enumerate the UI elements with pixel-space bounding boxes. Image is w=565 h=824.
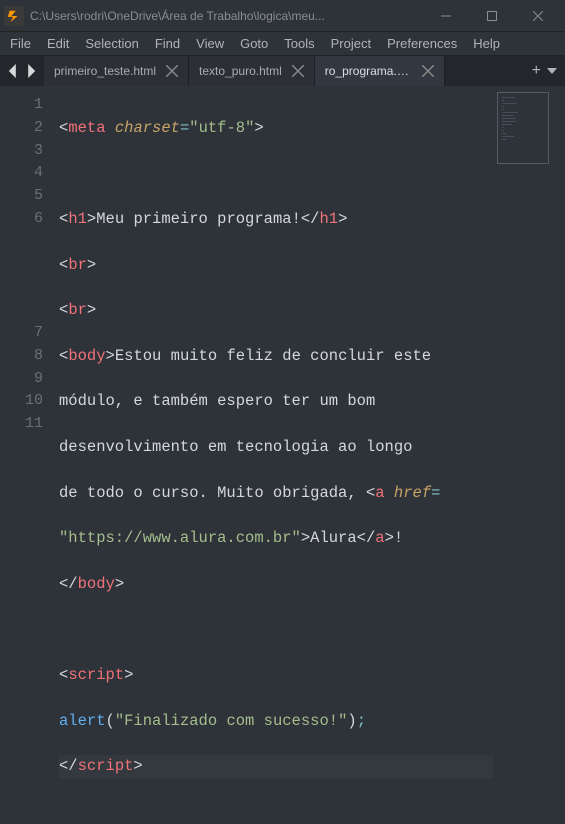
tab-label: primeiro_teste.html bbox=[54, 64, 156, 78]
window-title: C:\Users\rodri\OneDrive\Área de Trabalho… bbox=[30, 9, 423, 23]
line-number: 6 bbox=[0, 208, 43, 231]
code-line bbox=[59, 162, 493, 185]
code-line: de todo o curso. Muito obrigada, <a href… bbox=[59, 482, 493, 505]
tab-primeiro-teste[interactable]: primeiro_teste.html bbox=[44, 56, 189, 86]
tabstrip: primeiro_teste.html texto_puro.html ro_p… bbox=[0, 56, 565, 86]
tab-nav-arrows bbox=[0, 56, 44, 86]
gutter: 1 2 3 4 5 6 7 8 9 10 11 bbox=[0, 86, 55, 568]
close-button[interactable] bbox=[515, 0, 561, 32]
tab-texto-puro[interactable]: texto_puro.html bbox=[189, 56, 315, 86]
code-line: <body>Estou muito feliz de concluir este bbox=[59, 345, 493, 368]
line-number: 8 bbox=[0, 345, 43, 368]
code-line: módulo, e também espero ter um bom bbox=[59, 390, 493, 413]
code-line: </body> bbox=[59, 573, 493, 596]
line-number: 9 bbox=[0, 368, 43, 391]
line-number: 4 bbox=[0, 162, 43, 185]
close-icon[interactable] bbox=[422, 65, 434, 77]
tab-label: ro_programa.html bbox=[325, 64, 412, 78]
menu-project[interactable]: Project bbox=[323, 34, 379, 53]
menu-help[interactable]: Help bbox=[465, 34, 508, 53]
code-line: desenvolvimento em tecnologia ao longo bbox=[59, 436, 493, 459]
menu-tools[interactable]: Tools bbox=[276, 34, 322, 53]
menu-file[interactable]: File bbox=[2, 34, 39, 53]
menu-preferences[interactable]: Preferences bbox=[379, 34, 465, 53]
line-number: 1 bbox=[0, 94, 43, 117]
menu-find[interactable]: Find bbox=[147, 34, 188, 53]
maximize-button[interactable] bbox=[469, 0, 515, 32]
tab-nav-back-icon[interactable] bbox=[6, 64, 20, 78]
menu-view[interactable]: View bbox=[188, 34, 232, 53]
editor: 1 2 3 4 5 6 7 8 9 10 11 <meta charset="u… bbox=[0, 86, 565, 568]
menubar: File Edit Selection Find View Goto Tools… bbox=[0, 32, 565, 56]
menu-goto[interactable]: Goto bbox=[232, 34, 276, 53]
tab-label: texto_puro.html bbox=[199, 64, 282, 78]
tab-spacer bbox=[445, 56, 524, 86]
tab-ro-programa[interactable]: ro_programa.html bbox=[315, 56, 445, 86]
close-icon[interactable] bbox=[292, 65, 304, 77]
minimap-viewport: ▬ ▬▬ ▬▬▬▬▬▬ ▬▬▬▬▬▬▬▬▬▬▬▬▬▬▬▬▬▬▬▬▬▬▬▬▬▬▬▬… bbox=[497, 92, 549, 164]
app-icon bbox=[4, 6, 24, 26]
code-line: "https://www.alura.com.br">Alura</a>! bbox=[59, 527, 493, 550]
minimize-button[interactable] bbox=[423, 0, 469, 32]
code-line: alert("Finalizado com sucesso!"); bbox=[59, 710, 493, 733]
menu-edit[interactable]: Edit bbox=[39, 34, 77, 53]
menu-selection[interactable]: Selection bbox=[77, 34, 146, 53]
new-tab-button[interactable]: + bbox=[532, 63, 541, 79]
close-icon[interactable] bbox=[166, 65, 178, 77]
line-number: 2 bbox=[0, 117, 43, 140]
tab-menu-icon[interactable] bbox=[547, 64, 557, 79]
vertical-scrollbar[interactable] bbox=[553, 86, 565, 568]
tab-nav-forward-icon[interactable] bbox=[24, 64, 38, 78]
line-number: 11 bbox=[0, 413, 43, 436]
code-line: <script> bbox=[59, 664, 493, 687]
line-number bbox=[0, 299, 43, 322]
line-number bbox=[0, 276, 43, 299]
line-number: 7 bbox=[0, 322, 43, 345]
line-number: 5 bbox=[0, 185, 43, 208]
titlebar: C:\Users\rodri\OneDrive\Área de Trabalho… bbox=[0, 0, 565, 32]
line-number bbox=[0, 231, 43, 254]
code-line: <br> bbox=[59, 254, 493, 277]
code-line: <h1>Meu primeiro programa!</h1> bbox=[59, 208, 493, 231]
code-line: <br> bbox=[59, 299, 493, 322]
code-line: <meta charset="utf-8"> bbox=[59, 117, 493, 140]
window-controls bbox=[423, 0, 561, 32]
line-number: 3 bbox=[0, 140, 43, 163]
code-line bbox=[59, 618, 493, 641]
line-number bbox=[0, 254, 43, 277]
tab-controls: + bbox=[524, 56, 565, 86]
code-line: </script> bbox=[59, 755, 493, 778]
minimap[interactable]: ▬ ▬▬ ▬▬▬▬▬▬ ▬▬▬▬▬▬▬▬▬▬▬▬▬▬▬▬▬▬▬▬▬▬▬▬▬▬▬▬… bbox=[493, 86, 553, 568]
code-area[interactable]: <meta charset="utf-8"> <h1>Meu primeiro … bbox=[55, 86, 493, 568]
line-number: 10 bbox=[0, 390, 43, 413]
